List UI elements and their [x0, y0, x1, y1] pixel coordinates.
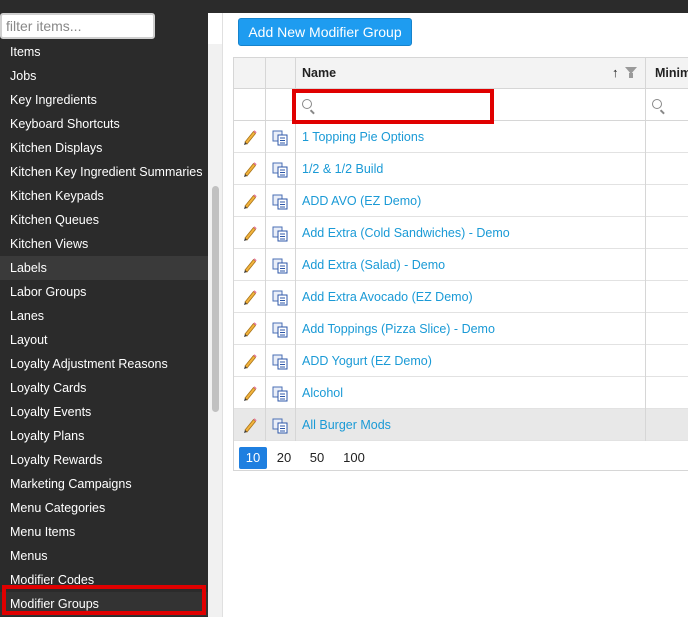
sidebar-item-menus[interactable]: Menus	[0, 544, 208, 568]
minimum-filter-search-icon	[652, 99, 662, 109]
pencil-edit-icon[interactable]	[242, 257, 258, 273]
name-filter-highlight	[292, 89, 494, 124]
sidebar-item-kitchen-displays[interactable]: Kitchen Displays	[0, 136, 208, 160]
sidebar-scrollbar-thumb[interactable]	[212, 186, 219, 412]
name-filter-input[interactable]	[78, 41, 258, 61]
pencil-edit-icon[interactable]	[242, 161, 258, 177]
sidebar-item-loyalty-plans[interactable]: Loyalty Plans	[0, 424, 208, 448]
sidebar-item-labels[interactable]: Labels	[0, 256, 208, 280]
modifier-group-link[interactable]: All Burger Mods	[302, 409, 391, 441]
sidebar-item-loyalty-adjustment-reasons[interactable]: Loyalty Adjustment Reasons	[0, 352, 208, 376]
pencil-edit-icon[interactable]	[242, 129, 258, 145]
sidebar-menu: Items Jobs Key Ingredients Keyboard Shor…	[0, 40, 208, 616]
add-modifier-group-button[interactable]: Add New Modifier Group	[238, 18, 412, 46]
table-row[interactable]: Add Extra Avocado (EZ Demo)	[234, 281, 688, 313]
table-row[interactable]: Add Toppings (Pizza Slice) - Demo	[234, 313, 688, 345]
table-row[interactable]: Add Extra (Salad) - Demo	[234, 249, 688, 281]
sidebar-item-marketing-campaigns[interactable]: Marketing Campaigns	[0, 472, 208, 496]
sidebar-item-menu-categories[interactable]: Menu Categories	[0, 496, 208, 520]
column-separator	[645, 58, 646, 441]
copy-icon[interactable]	[272, 386, 288, 402]
copy-icon[interactable]	[272, 418, 288, 434]
sidebar-item-menu-items[interactable]: Menu Items	[0, 520, 208, 544]
page-size-20[interactable]: 20	[271, 447, 297, 469]
column-header-name[interactable]: Name	[302, 58, 336, 89]
sidebar-item-kitchen-key-ingredient-summaries[interactable]: Kitchen Key Ingredient Summaries	[0, 160, 208, 184]
sidebar-item-lanes[interactable]: Lanes	[0, 304, 208, 328]
filter-funnel-stem	[629, 73, 633, 78]
table-row[interactable]: ADD Yogurt (EZ Demo)	[234, 345, 688, 377]
modifier-group-link[interactable]: 1 Topping Pie Options	[302, 121, 424, 153]
copy-icon[interactable]	[272, 290, 288, 306]
page-size-10[interactable]: 10	[239, 447, 267, 469]
table-row[interactable]: Alcohol	[234, 377, 688, 409]
table-row-selected[interactable]: All Burger Mods	[234, 409, 688, 441]
pencil-edit-icon[interactable]	[242, 417, 258, 433]
modifier-group-link[interactable]: 1/2 & 1/2 Build	[302, 153, 383, 185]
pencil-edit-icon[interactable]	[242, 385, 258, 401]
modifier-group-link[interactable]: Add Toppings (Pizza Slice) - Demo	[302, 313, 495, 345]
sidebar-item-kitchen-keypads[interactable]: Kitchen Keypads	[0, 184, 208, 208]
page-size-50[interactable]: 50	[304, 447, 330, 469]
copy-icon[interactable]	[272, 162, 288, 178]
sidebar-item-loyalty-events[interactable]: Loyalty Events	[0, 400, 208, 424]
sort-ascending-icon[interactable]: ↑	[612, 66, 619, 80]
copy-icon[interactable]	[272, 322, 288, 338]
copy-icon[interactable]	[272, 130, 288, 146]
modifier-group-link[interactable]: Add Extra (Cold Sandwiches) - Demo	[302, 217, 510, 249]
column-header-minimum[interactable]: Minim	[655, 58, 688, 89]
table-row[interactable]: 1 Topping Pie Options	[234, 121, 688, 153]
sidebar-item-keyboard-shortcuts[interactable]: Keyboard Shortcuts	[0, 112, 208, 136]
sidebar-item-kitchen-queues[interactable]: Kitchen Queues	[0, 208, 208, 232]
sidebar-item-loyalty-cards[interactable]: Loyalty Cards	[0, 376, 208, 400]
pencil-edit-icon[interactable]	[242, 321, 258, 337]
sidebar-item-loyalty-rewards[interactable]: Loyalty Rewards	[0, 448, 208, 472]
column-separator	[265, 58, 266, 441]
sidebar-item-kitchen-views[interactable]: Kitchen Views	[0, 232, 208, 256]
sidebar-item-labor-groups[interactable]: Labor Groups	[0, 280, 208, 304]
copy-icon[interactable]	[272, 226, 288, 242]
sidebar-item-jobs[interactable]: Jobs	[0, 64, 208, 88]
modifier-groups-highlight	[2, 585, 206, 615]
sidebar-item-key-ingredients[interactable]: Key Ingredients	[0, 88, 208, 112]
modifier-group-link[interactable]: ADD Yogurt (EZ Demo)	[302, 345, 432, 377]
grid-header: Name ↑ Minim	[234, 58, 688, 89]
modifier-group-link[interactable]: Add Extra Avocado (EZ Demo)	[302, 281, 473, 313]
pencil-edit-icon[interactable]	[242, 225, 258, 241]
copy-icon[interactable]	[272, 258, 288, 274]
table-row[interactable]: 1/2 & 1/2 Build	[234, 153, 688, 185]
copy-icon[interactable]	[272, 354, 288, 370]
content-divider	[222, 13, 223, 617]
table-row[interactable]: ADD AVO (EZ Demo)	[234, 185, 688, 217]
modifier-group-link[interactable]: Alcohol	[302, 377, 343, 409]
pencil-edit-icon[interactable]	[242, 353, 258, 369]
pencil-edit-icon[interactable]	[242, 289, 258, 305]
page-size-pager: 10 20 50 100	[234, 441, 688, 471]
pencil-edit-icon[interactable]	[242, 193, 258, 209]
copy-icon[interactable]	[272, 194, 288, 210]
sidebar-item-layout[interactable]: Layout	[0, 328, 208, 352]
modifier-group-link[interactable]: Add Extra (Salad) - Demo	[302, 249, 445, 281]
top-dark-strip	[208, 0, 688, 13]
modifier-group-link[interactable]: ADD AVO (EZ Demo)	[302, 185, 421, 217]
sidebar-filter-input[interactable]	[0, 13, 155, 39]
sidebar: Items Jobs Key Ingredients Keyboard Shor…	[0, 0, 208, 617]
table-row[interactable]: Add Extra (Cold Sandwiches) - Demo	[234, 217, 688, 249]
page-size-100[interactable]: 100	[337, 447, 371, 469]
minimum-filter-search-icon-handle	[660, 109, 665, 115]
